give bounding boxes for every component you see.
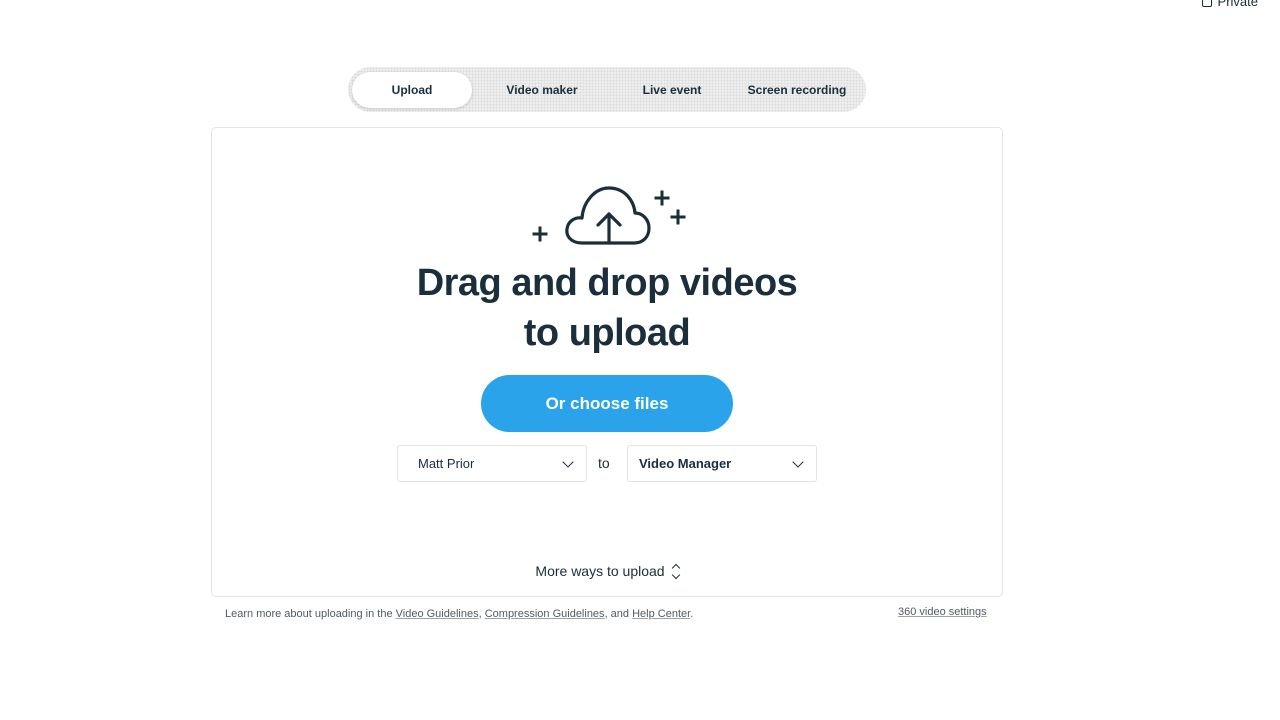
upload-mode-tabs: Upload Video maker Live event Screen rec… <box>348 67 866 112</box>
help-note-prefix: Learn more about uploading in the <box>225 608 396 620</box>
more-ways-to-upload-toggle[interactable]: More ways to upload <box>212 563 1002 579</box>
to-label: to <box>598 455 610 471</box>
help-note-suffix: . <box>690 608 694 620</box>
owner-select[interactable]: Matt Prior <box>397 445 587 482</box>
tab-upload[interactable]: Upload <box>352 71 472 108</box>
tab-live-event[interactable]: Live event <box>612 72 732 108</box>
360-video-settings-link[interactable]: 360 video settings <box>898 606 987 618</box>
video-guidelines-link[interactable]: Video Guidelines <box>396 608 479 620</box>
cloud-upload-icon <box>530 183 690 253</box>
chevron-down-icon <box>792 455 804 468</box>
destination-select[interactable]: Video Manager <box>627 445 817 482</box>
more-ways-label: More ways to upload <box>535 563 665 579</box>
upload-dropzone[interactable]: Drag and drop videos to upload Or choose… <box>211 127 1003 597</box>
owner-select-value: Matt Prior <box>418 456 475 471</box>
expand-collapse-icon <box>671 563 680 579</box>
headline-line-1: Drag and drop videos <box>416 262 798 304</box>
destination-select-value: Video Manager <box>639 456 732 471</box>
privacy-label: Private <box>1217 0 1258 9</box>
help-center-link[interactable]: Help Center <box>632 608 690 620</box>
upload-help-note: Learn more about uploading in the Video … <box>225 608 693 620</box>
dropzone-headline: Drag and drop videos to upload <box>212 258 1002 358</box>
privacy-toggle[interactable]: Private <box>1201 0 1258 9</box>
help-note-separator: , and <box>604 608 633 620</box>
lock-icon <box>1201 0 1212 7</box>
tab-screen-recording[interactable]: Screen recording <box>732 72 862 108</box>
chevron-down-icon <box>562 455 574 468</box>
upload-page: Private Upload Video maker Live event Sc… <box>0 0 1280 720</box>
compression-guidelines-link[interactable]: Compression Guidelines <box>485 608 605 620</box>
choose-files-button[interactable]: Or choose files <box>481 375 733 432</box>
tab-video-maker[interactable]: Video maker <box>472 72 612 108</box>
headline-line-2: to upload <box>523 312 691 354</box>
